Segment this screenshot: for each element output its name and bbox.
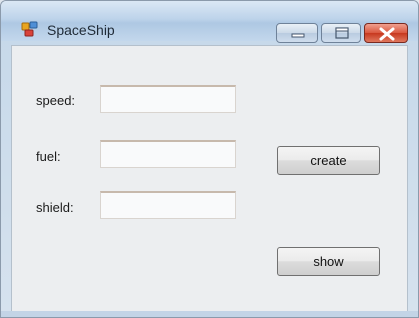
create-button[interactable]: create	[277, 146, 380, 175]
app-icon	[21, 21, 38, 37]
fuel-label: fuel:	[36, 149, 61, 164]
speed-input[interactable]	[100, 85, 236, 113]
window-bottom-border	[1, 311, 418, 317]
fuel-input[interactable]	[100, 140, 236, 168]
shield-label: shield:	[36, 200, 74, 215]
form-client-area: speed: fuel: shield: create show	[11, 45, 408, 317]
close-icon	[379, 27, 395, 41]
maximize-icon	[335, 27, 349, 39]
app-window: SpaceShip speed: fuel: shield: create sh…	[0, 0, 419, 318]
close-button[interactable]	[364, 23, 408, 43]
minimize-icon	[291, 33, 305, 38]
show-button[interactable]: show	[277, 247, 380, 276]
title-bar[interactable]: SpaceShip	[1, 1, 418, 43]
minimize-button[interactable]	[276, 23, 318, 43]
speed-label: speed:	[36, 93, 76, 108]
maximize-button[interactable]	[321, 23, 361, 43]
window-title: SpaceShip	[47, 22, 115, 38]
shield-input[interactable]	[100, 191, 236, 219]
